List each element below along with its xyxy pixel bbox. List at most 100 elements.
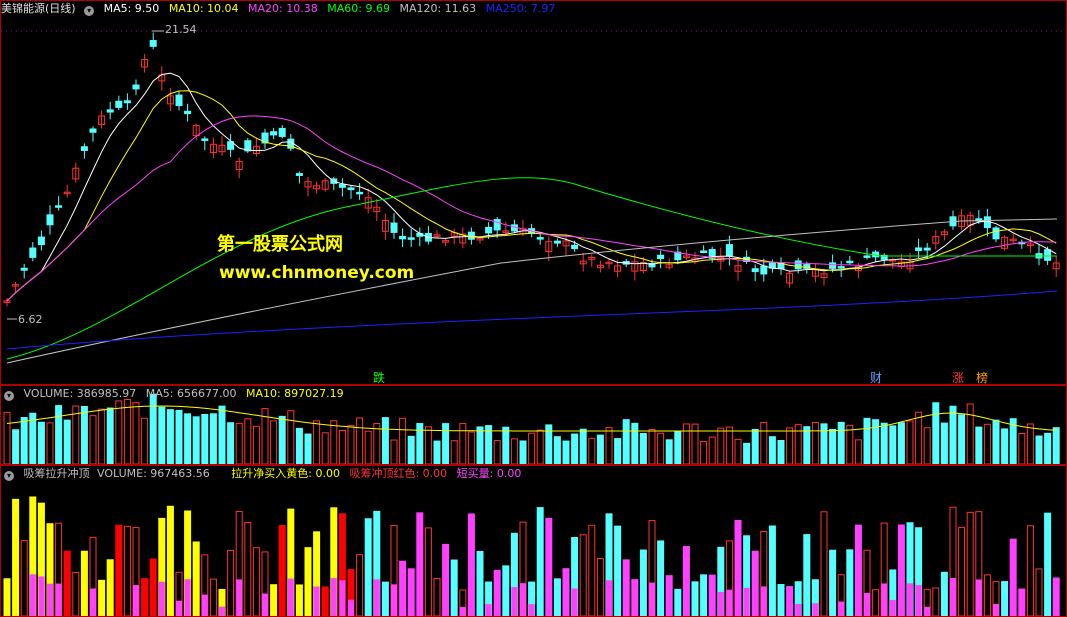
volume-bar bbox=[734, 438, 742, 464]
volume-bar bbox=[106, 407, 114, 464]
volume-bar bbox=[768, 436, 776, 464]
indicator-sub-bar bbox=[485, 604, 492, 616]
volume-bar bbox=[321, 432, 329, 464]
volume-bar bbox=[149, 393, 157, 464]
ma60-line bbox=[6, 177, 1057, 360]
indicator-pane[interactable]: ▾ 吸筹拉升冲顶 VOLUME: 967463.56 拉升净买入黄色: 0.00… bbox=[0, 465, 1067, 617]
kline-chart[interactable] bbox=[1, 1, 1066, 384]
volume-bar bbox=[579, 428, 587, 464]
indicator-sub-bar bbox=[313, 586, 320, 616]
candle-body bbox=[20, 267, 28, 271]
indicator-sub-bar bbox=[881, 583, 888, 616]
volume-bar bbox=[227, 422, 235, 464]
ma5-label: MA5: 9.50 bbox=[103, 2, 160, 15]
volume-bar bbox=[803, 426, 811, 464]
indicator-bar bbox=[966, 511, 974, 616]
indicator-bar bbox=[777, 584, 785, 616]
indicator-sub-bar bbox=[38, 576, 45, 616]
candle-body bbox=[123, 100, 131, 104]
indicator-bar bbox=[364, 518, 372, 616]
candle-body bbox=[29, 247, 37, 258]
indicator-bar bbox=[665, 575, 673, 616]
volume-bar bbox=[639, 433, 647, 464]
indicator-bar bbox=[424, 527, 432, 616]
indicator-sub-bar bbox=[545, 581, 552, 616]
indicator-sub-bar bbox=[760, 586, 767, 616]
event-mark-finance[interactable]: 财 bbox=[870, 371, 882, 385]
volume-bar bbox=[596, 434, 604, 464]
candle-body bbox=[571, 244, 579, 250]
volume-bar bbox=[760, 421, 768, 464]
indicator-sub-bar bbox=[528, 604, 535, 616]
volume-bar bbox=[252, 425, 260, 464]
event-mark-rise[interactable]: 涨 bbox=[952, 371, 964, 385]
candle-body bbox=[829, 262, 837, 269]
indicator-name: 吸筹拉升冲顶 bbox=[23, 467, 90, 480]
indicator-bar bbox=[123, 525, 131, 616]
candle-body bbox=[467, 231, 475, 240]
volume-bar bbox=[158, 406, 166, 464]
indicator-bar bbox=[252, 547, 260, 616]
event-mark-fall[interactable]: 跌 bbox=[373, 371, 385, 385]
indicator-bar bbox=[708, 574, 716, 616]
volume-bar bbox=[287, 410, 295, 464]
chevron-down-icon[interactable]: ▾ bbox=[84, 6, 95, 16]
volume-bar bbox=[3, 411, 11, 464]
indicator-bar bbox=[149, 558, 157, 616]
volume-bar bbox=[665, 439, 673, 464]
volume-bar bbox=[399, 417, 407, 464]
indicator-sub-bar bbox=[55, 583, 62, 616]
candle-body bbox=[923, 247, 931, 251]
volume-bar bbox=[743, 442, 751, 464]
kline-pane[interactable]: 美锦能源(日线) ▾ MA5: 9.50 MA10: 10.04 MA20: 1… bbox=[0, 0, 1067, 385]
volume-bar bbox=[674, 430, 682, 464]
volume-bar bbox=[1044, 432, 1052, 464]
indicator-sub-bar bbox=[133, 585, 139, 616]
indicator-bar bbox=[416, 512, 424, 616]
candle-body bbox=[278, 127, 286, 137]
candle-body bbox=[201, 138, 209, 141]
indicator-sub-bar bbox=[201, 594, 208, 616]
volume-bar bbox=[450, 440, 458, 464]
volume-bar bbox=[648, 429, 656, 464]
candle-body bbox=[493, 219, 501, 231]
volume-bar bbox=[442, 423, 450, 464]
candle-body bbox=[390, 222, 398, 233]
volume-bar bbox=[605, 427, 613, 464]
indicator-bar bbox=[304, 547, 312, 616]
indicator-sub-bar bbox=[950, 577, 956, 616]
indicator-bar bbox=[467, 513, 475, 616]
indicator-bar bbox=[657, 540, 665, 616]
low-price-label: 6.62 bbox=[18, 313, 43, 326]
volume-bar bbox=[364, 430, 372, 464]
volume-bar bbox=[201, 413, 209, 464]
volume-bar bbox=[1018, 433, 1026, 464]
volume-bar bbox=[433, 440, 441, 464]
volume-bar bbox=[1001, 428, 1009, 464]
chevron-down-icon[interactable]: ▾ bbox=[4, 471, 14, 481]
volume-bar bbox=[940, 422, 948, 464]
candle-body bbox=[89, 128, 97, 133]
volume-bar bbox=[46, 422, 54, 464]
indicator-bar bbox=[700, 574, 708, 616]
candle-body bbox=[295, 173, 303, 176]
event-mark-list[interactable]: 榜 bbox=[976, 371, 988, 385]
indicator-sub-bar bbox=[348, 599, 354, 616]
volume-bar bbox=[975, 426, 983, 464]
volume-bar bbox=[983, 423, 991, 464]
candle-body bbox=[760, 265, 768, 275]
volume-bar bbox=[313, 420, 321, 464]
volume-bar bbox=[502, 426, 510, 464]
indicator-chart[interactable] bbox=[1, 466, 1066, 616]
indicator-sub-bar bbox=[391, 584, 397, 616]
indicator-bar bbox=[1052, 577, 1060, 616]
volume-bar bbox=[958, 414, 966, 464]
chevron-down-icon[interactable]: ▾ bbox=[4, 391, 14, 401]
indicator-sub-bar bbox=[649, 582, 655, 616]
indicator-bar bbox=[872, 589, 880, 616]
indicator-sub-bar bbox=[459, 606, 466, 616]
indicator-sub-bar bbox=[236, 579, 243, 616]
volume-bar bbox=[390, 439, 398, 464]
volume-pane[interactable]: ▾ VOLUME: 386985.97 MA5: 656677.00 MA10:… bbox=[0, 385, 1067, 465]
indicator-sub-bar bbox=[812, 603, 819, 616]
